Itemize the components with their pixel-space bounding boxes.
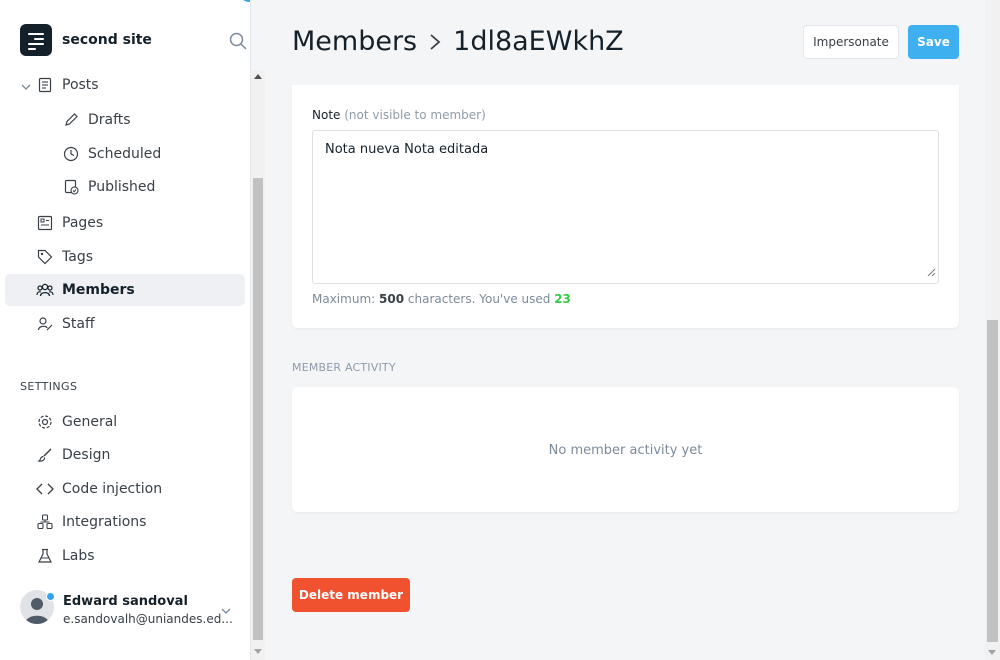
sidebar-scroll-thumb[interactable]	[253, 178, 263, 640]
breadcrumb-members[interactable]: Members	[292, 26, 417, 57]
resize-handle-icon[interactable]	[927, 266, 936, 281]
chevron-down-icon[interactable]	[220, 602, 232, 621]
nav-posts-label: Posts	[62, 77, 99, 93]
nav-pages[interactable]: Pages	[36, 207, 103, 239]
nav-tags-label: Tags	[62, 249, 93, 265]
nav-members-label: Members	[62, 282, 135, 298]
nav-published[interactable]: Published	[62, 171, 155, 203]
nav-tags[interactable]: Tags	[36, 241, 93, 273]
nav-scheduled[interactable]: Scheduled	[62, 138, 161, 170]
member-activity-heading: MEMBER ACTIVITY	[292, 361, 396, 374]
nav-staff-label: Staff	[62, 316, 95, 332]
note-textarea[interactable]: Nota nueva Nota editada	[312, 130, 939, 284]
main-scrollbar[interactable]	[985, 0, 1000, 660]
nav-pages-label: Pages	[62, 215, 104, 231]
integrations-icon	[36, 513, 54, 531]
note-card: Note (not visible to member) Nota nueva …	[292, 85, 959, 328]
scroll-down-arrow[interactable]	[254, 649, 262, 654]
scroll-up-arrow[interactable]	[254, 74, 262, 79]
sidebar-scrollbar[interactable]	[251, 70, 265, 660]
note-value: Nota nueva Nota editada	[325, 142, 489, 157]
note-count-prefix: Maximum:	[312, 292, 376, 306]
member-activity-card: No member activity yet	[292, 387, 959, 512]
nav-published-label: Published	[88, 179, 156, 195]
note-label: Note (not visible to member)	[312, 108, 486, 122]
pages-icon	[36, 214, 54, 232]
delete-member-button[interactable]: Delete member	[292, 578, 410, 612]
activity-empty-state: No member activity yet	[548, 443, 703, 458]
nav-integrations[interactable]: Integrations	[36, 506, 146, 538]
nav-code-injection[interactable]: Code injection	[36, 473, 162, 505]
nav-design[interactable]: Design	[36, 439, 110, 471]
pencil-icon	[62, 111, 80, 129]
nav-integrations-label: Integrations	[62, 514, 147, 530]
members-icon	[36, 281, 54, 299]
tag-icon	[36, 248, 54, 266]
gear-icon	[36, 413, 54, 431]
nav-labs-label: Labs	[62, 548, 95, 564]
nav-design-label: Design	[62, 447, 111, 463]
user-email: e.sandovalh@uniandes.ed...	[63, 612, 233, 626]
user-menu[interactable]: Edward sandoval e.sandovalh@uniandes.ed.…	[20, 590, 233, 626]
nav-scheduled-label: Scheduled	[88, 146, 162, 162]
brand[interactable]: second site	[20, 24, 152, 56]
user-name: Edward sandoval	[63, 594, 188, 609]
nav-general[interactable]: General	[36, 406, 117, 438]
nav-labs[interactable]: Labs	[36, 540, 95, 572]
nav-drafts[interactable]: Drafts	[62, 104, 131, 136]
staff-icon	[36, 315, 54, 333]
status-dot	[46, 592, 55, 601]
note-hint: (not visible to member)	[344, 108, 486, 122]
ghost-logo-icon	[20, 24, 52, 56]
scroll-down-arrow[interactable]	[988, 650, 996, 655]
settings-heading: SETTINGS	[20, 380, 78, 393]
posts-icon	[36, 76, 54, 94]
published-icon	[62, 178, 80, 196]
nav-members[interactable]: Members	[5, 274, 245, 306]
brush-icon	[36, 446, 54, 464]
note-count-middle: characters. You've used	[407, 292, 551, 306]
nav-staff[interactable]: Staff	[36, 308, 95, 340]
nav-drafts-label: Drafts	[88, 112, 131, 128]
site-name: second site	[62, 32, 152, 48]
note-count-used: 23	[554, 292, 571, 306]
nav-general-label: General	[62, 414, 118, 430]
chevron-right-icon	[429, 33, 441, 51]
nav-posts[interactable]: Posts	[36, 69, 99, 101]
search-icon[interactable]	[229, 32, 247, 54]
impersonate-button[interactable]: Impersonate	[803, 25, 899, 59]
note-count-max: 500	[379, 292, 405, 306]
save-button[interactable]: Save	[908, 25, 959, 59]
chevron-down-icon[interactable]	[20, 78, 32, 97]
flask-icon	[36, 547, 54, 565]
code-icon	[36, 480, 54, 498]
clock-icon	[62, 145, 80, 163]
note-char-count: Maximum: 500 characters. You've used 23	[312, 292, 571, 306]
breadcrumb: Members 1dl8aEWkhZ	[292, 26, 624, 57]
top-avatar-edge	[240, 0, 250, 2]
main-scroll-thumb[interactable]	[987, 320, 998, 642]
note-label-text: Note	[312, 108, 341, 122]
page-title: 1dl8aEWkhZ	[453, 26, 624, 57]
nav-code-injection-label: Code injection	[62, 481, 163, 497]
sidebar: second site Posts Drafts Scheduled Publi…	[0, 0, 251, 660]
